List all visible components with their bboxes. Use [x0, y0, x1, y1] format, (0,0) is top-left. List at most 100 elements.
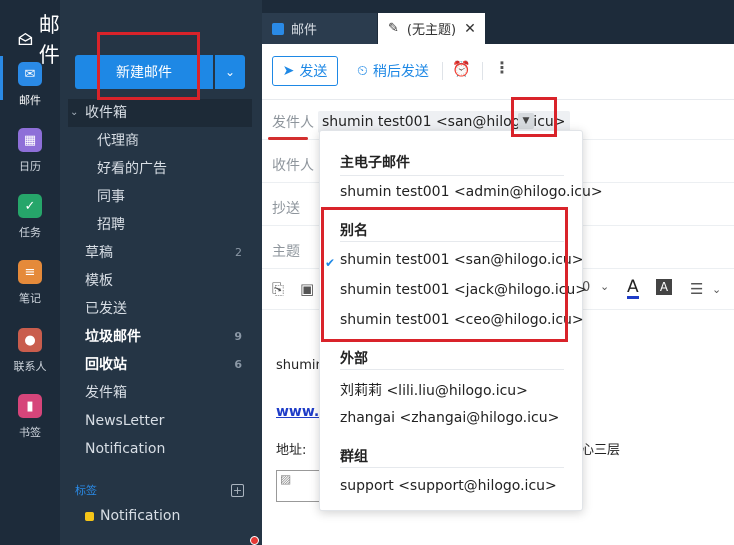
rail-contacts[interactable]: ● 联系人	[0, 328, 60, 374]
schedule-icon: ⏲	[357, 63, 368, 79]
folder-drafts[interactable]: 草稿 2	[60, 239, 262, 267]
folder-label: 模板	[85, 273, 113, 289]
folder-label: 发件箱	[85, 385, 127, 401]
sender-option-primary[interactable]: shumin test001 <admin@hilogo.icu>	[340, 184, 603, 200]
folder-inbox[interactable]: ⌄ 收件箱	[68, 99, 252, 127]
folder-label: 招聘	[97, 217, 125, 233]
folder-count: 9	[234, 330, 242, 343]
rail-tasks[interactable]: ✓ 任务	[0, 194, 60, 240]
folder-sent[interactable]: 已发送	[60, 295, 262, 323]
rail-calendar-label: 日历	[19, 160, 41, 173]
rail-mail-label: 邮件	[19, 94, 41, 107]
calendar-icon: ▦	[18, 128, 42, 152]
alarm-icon[interactable]: ⏰	[452, 60, 471, 78]
font-color-icon[interactable]: A	[627, 278, 639, 299]
mail-tab-icon	[272, 22, 284, 35]
folder-ads[interactable]: 好看的广告	[60, 155, 262, 183]
tag-label: Notification	[100, 508, 181, 524]
pencil-icon: ✎	[388, 21, 399, 36]
folder-label: 回收站	[85, 357, 127, 373]
folder-label: 垃圾邮件	[85, 329, 141, 345]
folder-inbox-label: 收件箱	[85, 105, 127, 121]
highlight-icon[interactable]: A	[656, 279, 672, 295]
divider	[340, 467, 564, 468]
body-line: shumin	[276, 358, 324, 373]
sender-option-external[interactable]: 刘莉莉 <lili.liu@hilogo.icu>	[340, 380, 528, 400]
rail-notes[interactable]: ≡ 笔记	[0, 260, 60, 306]
folder-notification[interactable]: Notification	[60, 435, 262, 463]
external-heading: 外部	[340, 351, 368, 367]
subject-label: 主题	[272, 244, 300, 260]
sender-option-group[interactable]: support <support@hilogo.icu>	[340, 478, 557, 494]
rail-contacts-label: 联系人	[13, 360, 47, 373]
group-heading: 群组	[340, 449, 368, 465]
folder-templates[interactable]: 模板	[60, 267, 262, 295]
rail-calendar[interactable]: ▦ 日历	[0, 128, 60, 174]
divider	[340, 175, 564, 176]
rail-bookmarks[interactable]: ▮ 书签	[0, 394, 60, 440]
send-later-label: 稍后发送	[372, 64, 429, 80]
sender-option-external[interactable]: zhangai <zhangai@hilogo.icu>	[340, 410, 559, 426]
mail-icon: ✉	[18, 62, 42, 86]
attachment-icon[interactable]: ⎘	[272, 280, 284, 298]
folder-recruiting[interactable]: 招聘	[60, 211, 262, 239]
divider	[442, 62, 443, 80]
new-mail-dropdown-button[interactable]: ⌄	[215, 55, 245, 89]
send-later-button[interactable]: ⏲ 稍后发送	[357, 56, 429, 86]
chevron-down-icon[interactable]: ⌄	[600, 280, 609, 293]
body-address: 地址:	[276, 443, 307, 458]
to-label: 收件人	[272, 158, 314, 174]
folder-label: 同事	[97, 189, 125, 205]
divider	[340, 369, 564, 370]
tab-mail-label: 邮件	[291, 23, 318, 38]
send-label: 发送	[299, 64, 328, 80]
tab-mail[interactable]: 邮件	[262, 13, 377, 44]
folder-label: NewsLetter	[85, 413, 165, 429]
folder-label: 代理商	[97, 133, 139, 149]
image-placeholder: ▨	[276, 470, 322, 502]
tag-notification[interactable]: Notification	[85, 508, 180, 524]
annotation-underline	[268, 137, 308, 140]
tag-color-swatch	[85, 511, 94, 521]
mail-logo-icon	[18, 32, 33, 46]
align-icon[interactable]: ☰	[690, 280, 703, 298]
tab-bar: 邮件 ✎ (无主题) ✕	[262, 0, 734, 44]
rail-mail[interactable]: ✉ 邮件	[0, 56, 60, 108]
body-address-tail: 心三层	[581, 443, 621, 458]
compose-toolbar: ➤ 发送 ⏲ 稍后发送 ⏰ ⋮	[262, 44, 734, 100]
folder-agents[interactable]: 代理商	[60, 127, 262, 155]
app-rail: 邮件 ✉ 邮件 ▦ 日历 ✓ 任务 ≡ 笔记 ● 联系人 ▮ 书签	[0, 0, 60, 545]
folder-colleagues[interactable]: 同事	[60, 183, 262, 211]
chevron-down-icon[interactable]: ⌄	[712, 283, 721, 296]
annotation-box-new-mail	[97, 32, 200, 100]
annotation-box-sender-arrow	[511, 97, 557, 137]
send-button[interactable]: ➤ 发送	[272, 56, 338, 86]
folder-count: 2	[235, 246, 242, 259]
more-options-icon[interactable]: ⋮	[494, 58, 510, 77]
note-icon: ≡	[18, 260, 42, 284]
task-icon: ✓	[18, 194, 42, 218]
add-tag-icon[interactable]: +	[231, 484, 244, 497]
notification-dot	[250, 536, 259, 545]
body-link[interactable]: www.	[276, 404, 319, 420]
rail-notes-label: 笔记	[19, 292, 41, 305]
send-icon: ➤	[282, 63, 295, 79]
folder-newsletter[interactable]: NewsLetter	[60, 407, 262, 435]
bookmark-icon: ▮	[18, 394, 42, 418]
folder-outbox[interactable]: 发件箱	[60, 379, 262, 407]
cc-label: 抄送	[272, 201, 300, 217]
collapse-caret-icon[interactable]: ⌄	[70, 99, 78, 127]
image-icon[interactable]: ▣	[300, 280, 314, 298]
folder-label: 草稿	[85, 245, 113, 261]
close-icon[interactable]: ✕	[464, 21, 476, 37]
annotation-box-aliases	[321, 207, 568, 342]
chevron-down-icon: ⌄	[224, 65, 236, 79]
folder-label: Notification	[85, 441, 166, 457]
folder-junk[interactable]: 垃圾邮件 9	[60, 323, 262, 351]
folder-count: 6	[234, 358, 242, 371]
folder-trash[interactable]: 回收站 6	[60, 351, 262, 379]
tags-heading: 标签	[75, 484, 97, 497]
primary-heading: 主电子邮件	[340, 155, 410, 171]
tab-compose[interactable]: ✎ (无主题) ✕	[378, 13, 485, 44]
divider	[482, 62, 483, 80]
